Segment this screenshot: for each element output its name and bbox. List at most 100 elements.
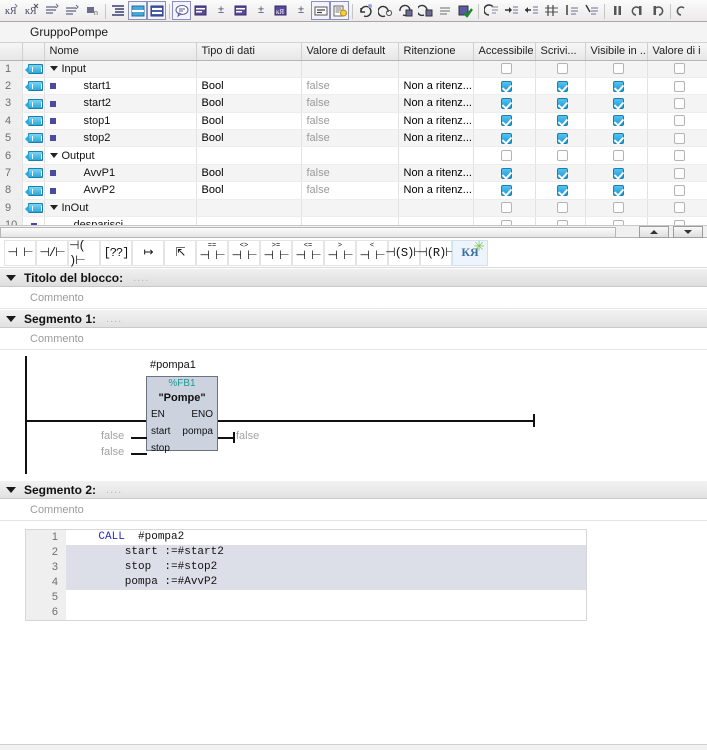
start-input-value[interactable]: false <box>101 430 124 442</box>
variable-data-type[interactable]: Bool <box>196 112 302 131</box>
writable-checkbox[interactable] <box>535 164 586 183</box>
initial-value-checkbox[interactable] <box>647 146 707 165</box>
variable-default-value[interactable] <box>301 146 399 165</box>
scrollbar-thumb[interactable] <box>0 227 616 239</box>
column-header-nome[interactable]: Nome <box>44 43 197 61</box>
segment-1-title-placeholder[interactable]: .... <box>106 313 122 325</box>
initial-checkbox[interactable] <box>647 217 707 226</box>
scroll-up-button[interactable] <box>639 226 669 239</box>
empty-box-icon[interactable]: [??] <box>100 239 132 266</box>
compare-less-equal-icon[interactable]: <= ⊣ ⊢ <box>292 239 324 266</box>
table-row[interactable]: 3 start2 Bool false Non a ritenz... <box>0 94 707 113</box>
initial-value-checkbox[interactable] <box>647 60 707 78</box>
visible-checkbox[interactable] <box>585 164 648 183</box>
variable-retain[interactable]: Non a ritenz... <box>398 164 474 183</box>
column-header-ritenzione[interactable]: Ritenzione <box>398 43 474 61</box>
initial-value-checkbox[interactable] <box>647 199 707 218</box>
initial-value-checkbox[interactable] <box>647 164 707 183</box>
column-header-scrivibile[interactable]: Scrivi... <box>535 43 586 61</box>
align-icon[interactable] <box>541 1 561 21</box>
segment-1-comment[interactable]: Commento <box>0 328 707 351</box>
code-line[interactable]: 3 stop :=#stop2 <box>26 560 586 576</box>
variable-retain[interactable] <box>398 199 474 218</box>
variable-data-type[interactable]: Bool <box>196 129 302 148</box>
table-row[interactable]: 6 Output <box>0 146 707 165</box>
accessible-checkbox[interactable] <box>473 181 536 200</box>
accessible-checkbox[interactable] <box>473 146 536 165</box>
visible-checkbox[interactable] <box>585 181 648 200</box>
update-inconsistent-block-calls-icon[interactable]: кЯ <box>2 1 22 21</box>
absolute-symbolic-operands-icon[interactable]: n <box>82 1 102 21</box>
normally-open-contact-icon[interactable]: ⊣ ⊢ <box>4 239 36 266</box>
initial-value-checkbox[interactable] <box>647 129 707 148</box>
table-horizontal-scrollbar[interactable] <box>0 225 707 239</box>
variable-data-type[interactable]: Bool <box>196 94 302 113</box>
variable-retain[interactable]: Non a ritenz... <box>398 112 474 131</box>
variable-default-value[interactable] <box>301 199 399 218</box>
segment-2-header[interactable]: Segmento 2: .... <box>0 480 707 500</box>
column-header-accessibile[interactable]: Accessibile ... <box>473 43 536 61</box>
pin-start[interactable]: start <box>151 426 170 437</box>
close-branch-icon[interactable]: ⇱ <box>164 239 196 266</box>
code-text[interactable] <box>66 605 586 620</box>
variable-name[interactable]: AvvP2 <box>44 181 197 200</box>
open-branch-icon[interactable]: ↦ <box>132 239 164 266</box>
step-forward-icon[interactable] <box>647 1 667 21</box>
snapshot-icon[interactable] <box>415 1 435 21</box>
insert-network-icon[interactable] <box>42 1 62 21</box>
writable-checkbox[interactable] <box>535 217 586 226</box>
show-layout-icon[interactable] <box>311 1 330 20</box>
variable-default-value[interactable]: false <box>301 94 399 113</box>
writable-checkbox[interactable] <box>535 112 586 131</box>
code-line[interactable]: 6 <box>26 605 586 621</box>
variable-default-value[interactable]: false <box>301 164 399 183</box>
visible-checkbox[interactable] <box>585 199 648 218</box>
step-back-icon[interactable] <box>627 1 647 21</box>
code-line[interactable]: 5 <box>26 590 586 606</box>
variable-retain[interactable] <box>398 146 474 165</box>
variable-data-type[interactable]: Bool <box>196 164 302 183</box>
visible-checkbox[interactable] <box>585 77 648 96</box>
scroll-down-button[interactable] <box>673 226 703 239</box>
pin-stop[interactable]: stop <box>151 443 170 454</box>
monitoring-off-icon[interactable] <box>375 1 395 21</box>
variable-name[interactable]: AvvP1 <box>44 164 197 183</box>
visible-checkbox[interactable] <box>585 94 648 113</box>
visible-checkbox[interactable] <box>585 129 648 148</box>
accessible-checkbox[interactable] <box>473 217 536 226</box>
output-coil-icon[interactable]: ⊣( )⊢ <box>68 239 100 268</box>
scl-code-editor[interactable]: 1 CALL #pompa2 2 start :=#start2 3 stop :=… <box>25 529 587 622</box>
monitor-db-icon[interactable] <box>395 1 415 21</box>
show-all-networks-icon[interactable] <box>108 1 128 21</box>
collapse-networks-icon[interactable] <box>128 1 147 20</box>
accessible-checkbox[interactable] <box>473 60 536 78</box>
variable-name[interactable]: stop2 <box>44 129 197 148</box>
show-absolute-operands-icon[interactable] <box>231 1 251 21</box>
variable-default-value[interactable]: false <box>301 77 399 96</box>
column-header-valore-di-default[interactable]: Valore di default <box>301 43 399 61</box>
variable-retain[interactable]: Non a ritenz... <box>398 77 474 96</box>
accessible-checkbox[interactable] <box>473 129 536 148</box>
collapse-triangle-icon[interactable] <box>6 315 16 322</box>
variable-default-value[interactable]: false <box>301 181 399 200</box>
segment-2-comment[interactable]: Commento <box>0 499 707 522</box>
accessible-checkbox[interactable] <box>473 164 536 183</box>
reset-start-values-icon[interactable] <box>435 1 455 21</box>
code-text[interactable] <box>66 590 586 605</box>
kop-new-icon[interactable]: ✳ КЯ <box>452 239 488 266</box>
collapse-triangle-icon[interactable] <box>6 486 16 493</box>
compare-greater-equal-icon[interactable]: >= ⊣ ⊢ <box>260 239 292 266</box>
table-row[interactable]: 7 AvvP1 Bool false Non a ritenz... <box>0 164 707 183</box>
block-title-placeholder[interactable]: .... <box>133 272 149 284</box>
writable-checkbox[interactable] <box>535 199 586 218</box>
variable-name[interactable]: stop1 <box>44 112 197 131</box>
table-row[interactable]: 9 InOut <box>0 199 707 218</box>
variable-name[interactable]: Input <box>44 60 197 78</box>
variable-retain[interactable] <box>398 60 474 78</box>
block-title-header[interactable]: Titolo del blocco: .... <box>0 268 707 288</box>
plus-minus-2-icon[interactable]: ± <box>251 1 271 21</box>
variable-default-value[interactable] <box>301 60 399 78</box>
variable-data-type[interactable]: Bool <box>196 77 302 96</box>
variable-data-type[interactable] <box>196 199 302 218</box>
column-header-visibile-in[interactable]: Visibile in .. <box>585 43 648 61</box>
